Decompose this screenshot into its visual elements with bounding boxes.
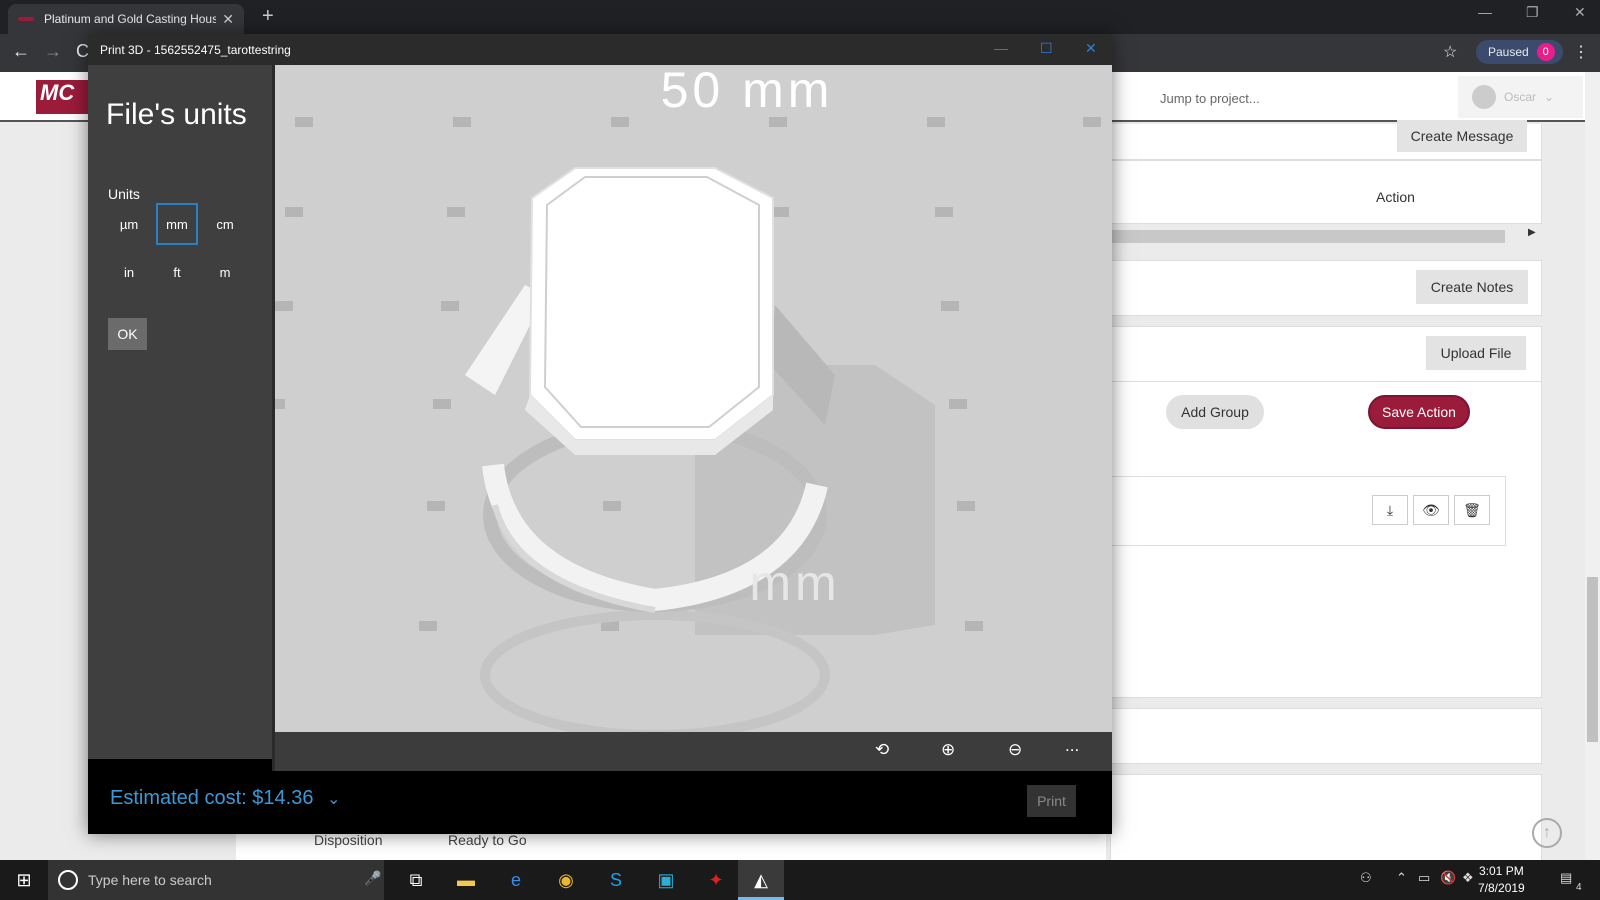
bookmark-star-icon[interactable]: ☆ (1443, 42, 1457, 62)
page-scrollbar-thumb[interactable] (1587, 577, 1598, 742)
site-logo[interactable]: MC (36, 80, 96, 114)
scroll-right-icon[interactable]: ▶ (1528, 227, 1536, 238)
cortana-icon (58, 870, 78, 890)
window-title: Print 3D - 1562552475_tarottestring (100, 42, 291, 57)
chevron-down-icon: ⌄ (1544, 90, 1555, 104)
clock-date: 7/8/2019 (1478, 881, 1525, 895)
page-scrollbar[interactable] (1585, 72, 1600, 860)
create-notes-button[interactable]: Create Notes (1416, 270, 1528, 304)
unit-inch[interactable]: in (108, 251, 150, 293)
tab-title: Platinum and Gold Casting House (44, 12, 217, 26)
notification-count: 4 (1576, 882, 1582, 893)
file-explorer-icon[interactable]: ▬ (454, 868, 478, 892)
ok-button[interactable]: OK (108, 318, 147, 350)
panel-title: File's units (106, 98, 247, 131)
scale-label-top: 50 mm (661, 65, 834, 118)
download-icon[interactable]: ⤓ (1372, 495, 1408, 525)
avatar (1472, 85, 1496, 109)
action-column-header: Action (1376, 189, 1415, 205)
show-hidden-icons-icon[interactable]: ⌃ (1396, 870, 1407, 886)
disposition-value[interactable]: Ready to Go (448, 832, 527, 848)
chrome-icon[interactable]: ◉ (554, 868, 578, 892)
estimated-cost-dropdown[interactable]: Estimated cost: $14.36 ⌄ (110, 787, 340, 810)
people-icon[interactable]: ⚇ (1360, 870, 1372, 886)
create-message-button[interactable]: Create Message (1397, 120, 1527, 152)
units-label: Units (108, 186, 140, 202)
more-options-icon[interactable]: ... (1065, 736, 1079, 756)
taskbar-search-input[interactable]: Type here to search (48, 860, 384, 900)
print-button[interactable]: Print (1027, 785, 1076, 817)
windows-start-icon[interactable]: ⊞ (12, 868, 36, 892)
microphone-icon[interactable]: 🎤 (364, 870, 381, 887)
save-action-button[interactable]: Save Action (1368, 395, 1470, 429)
skype-icon[interactable]: S (604, 868, 628, 892)
favicon-icon (18, 17, 34, 21)
volume-muted-icon[interactable]: 🔇 (1440, 870, 1456, 886)
disposition-label: Disposition (314, 832, 383, 848)
print-footer: Estimated cost: $14.36 ⌄ Print (88, 771, 1112, 834)
print3d-app-icon: ◭ (754, 869, 768, 890)
browser-tab[interactable]: Platinum and Gold Casting House ✕ (8, 4, 244, 34)
new-tab-button[interactable]: + (262, 5, 274, 28)
user-menu[interactable]: Oscar ⌄ (1458, 76, 1583, 118)
back-icon[interactable]: ← (12, 41, 30, 62)
profile-avatar: 0 (1536, 43, 1555, 61)
chevron-down-icon: ⌄ (327, 791, 341, 808)
add-group-button[interactable]: Add Group (1166, 395, 1264, 429)
signet-face (528, 167, 774, 441)
unit-millimeter[interactable]: mm (156, 203, 198, 245)
print3d-titlebar: Print 3D - 1562552475_tarottestring (88, 34, 1112, 65)
taskbar-clock[interactable]: 3:01 PM 7/8/2019 (1478, 863, 1525, 897)
delete-trash-icon[interactable]: 🗑 (1454, 495, 1490, 525)
browser-menu-icon[interactable]: ⋮ (1573, 42, 1589, 62)
action-table (1110, 160, 1542, 224)
window-maximize-icon[interactable]: ☐ (1040, 40, 1053, 57)
zoom-in-icon[interactable]: ⊕ (941, 740, 955, 760)
user-name: Oscar (1504, 90, 1537, 104)
browser-minimize-icon[interactable]: — (1478, 4, 1492, 20)
unit-meter[interactable]: m (204, 251, 246, 293)
ring-model-render: 50 mm mm (275, 65, 1101, 732)
dropbox-icon[interactable]: ❖ (1462, 870, 1474, 886)
acrobat-icon[interactable]: ✦ (704, 868, 728, 892)
empty-card-1 (1110, 708, 1542, 764)
window-minimize-icon[interactable]: — (994, 40, 1008, 56)
horizontal-scrollbar[interactable] (1110, 230, 1505, 243)
edge-icon[interactable]: e (504, 868, 528, 892)
scale-label-bottom: mm (749, 555, 840, 611)
model-reflection (480, 610, 830, 732)
clock-time: 3:01 PM (1479, 864, 1524, 878)
upload-file-button[interactable]: Upload File (1426, 336, 1526, 370)
viewport-toolbar: ⟲ ⊕ ⊖ ... (272, 732, 1112, 771)
paused-label: Paused (1488, 45, 1529, 59)
profile-paused-button[interactable]: Paused 0 (1476, 40, 1563, 64)
close-tab-icon[interactable]: ✕ (222, 11, 234, 28)
reset-view-icon[interactable]: ⟲ (875, 740, 889, 760)
scroll-to-top-icon[interactable]: ↑ (1532, 818, 1562, 848)
empty-card-2 (1110, 774, 1542, 864)
network-icon[interactable]: ▭ (1418, 870, 1430, 886)
print3d-window: Print 3D - 1562552475_tarottestring — ☐ … (88, 34, 1112, 834)
jump-to-project-input[interactable]: Jump to project... (1160, 78, 1440, 118)
task-view-icon[interactable]: ⧉ (404, 868, 428, 892)
model-viewport[interactable]: 50 mm mm (272, 65, 1112, 732)
zoom-out-icon[interactable]: ⊖ (1008, 740, 1022, 760)
browser-close-icon[interactable]: ✕ (1574, 4, 1586, 21)
view-eye-icon[interactable]: 👁 (1413, 495, 1449, 525)
unit-micrometer[interactable]: µm (108, 203, 150, 245)
unit-foot[interactable]: ft (156, 251, 198, 293)
forward-icon[interactable]: → (44, 41, 62, 62)
browser-restore-icon[interactable]: ❐ (1526, 4, 1539, 21)
unit-centimeter[interactable]: cm (204, 203, 246, 245)
window-close-icon[interactable]: ✕ (1085, 40, 1097, 57)
action-center-icon[interactable]: ▤ (1560, 870, 1572, 886)
estimated-cost: Estimated cost: $14.36 (110, 787, 314, 809)
units-panel: File's units Units µm mm cm in ft m OK (88, 65, 273, 759)
photos-icon[interactable]: ▣ (654, 868, 678, 892)
